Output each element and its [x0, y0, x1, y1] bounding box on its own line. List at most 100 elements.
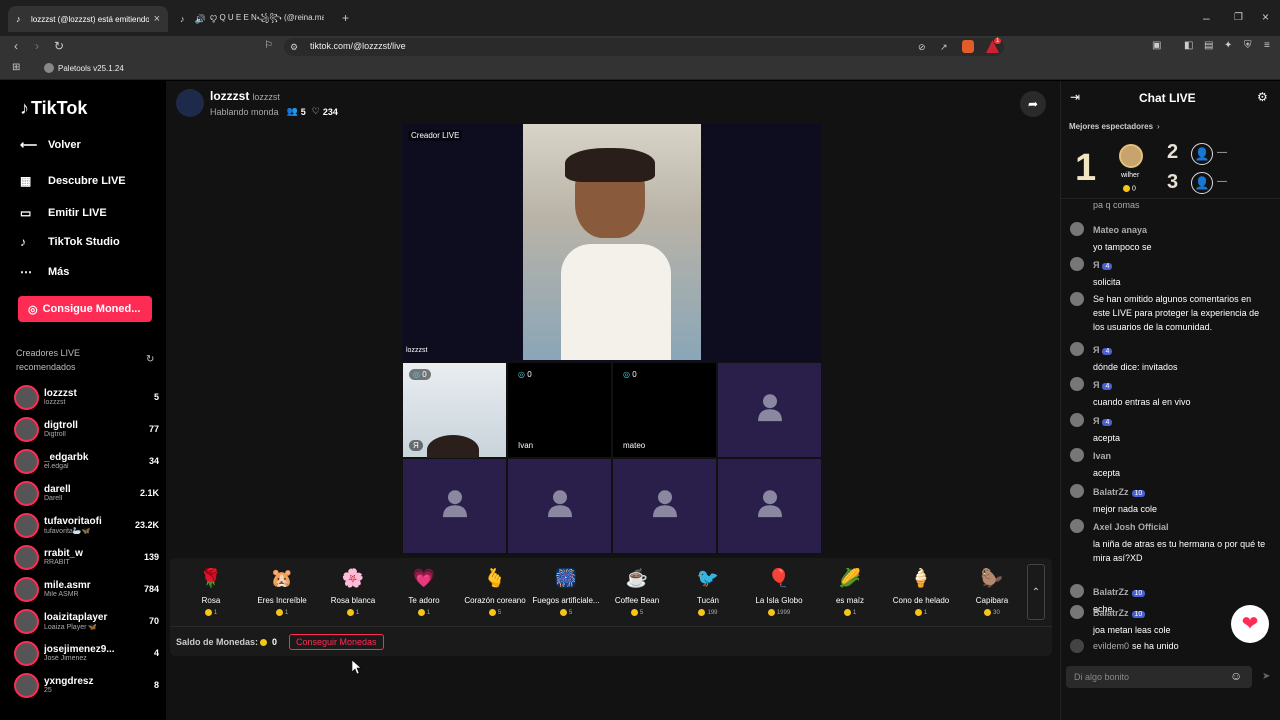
- chat-username[interactable]: Ivan: [1093, 451, 1111, 461]
- chat-avatar[interactable]: [1070, 584, 1084, 598]
- creator-item[interactable]: darell Darell 2.1K: [14, 479, 159, 507]
- guest-cell[interactable]: ◎ 0 Ivan: [507, 362, 612, 458]
- chat-message[interactable]: BalatrZz 10 mejor nada cole: [1070, 482, 1270, 516]
- chat-message[interactable]: Mateo anaya yo tampoco se: [1070, 220, 1270, 254]
- emoji-icon[interactable]: ☺: [1230, 670, 1242, 682]
- chat-username[interactable]: BalatrZz: [1093, 587, 1129, 597]
- gift-item[interactable]: 🎆 Fuegos artificiale... 5: [531, 566, 601, 616]
- chat-message[interactable]: Я 4 acepta: [1070, 411, 1270, 445]
- gift-item[interactable]: 🐦 Tucán 199: [673, 566, 743, 616]
- forward-icon[interactable]: ›: [35, 40, 39, 52]
- tracking-icon[interactable]: ⊘: [918, 41, 926, 53]
- nav-descubre-live[interactable]: ▦ Descubre LIVE: [20, 174, 126, 188]
- guest-cell[interactable]: ◎ 0 Я: [402, 362, 507, 465]
- top-viewers-label[interactable]: Mejores espectadores: [1069, 122, 1153, 131]
- reload-icon[interactable]: ↻: [54, 40, 64, 52]
- gift-item[interactable]: 🦫 Capibara 30: [957, 566, 1027, 616]
- creator-item[interactable]: rrabit_w RRABIT 139: [14, 543, 159, 571]
- host-avatar[interactable]: [176, 89, 204, 117]
- tiktok-logo[interactable]: ♪ TikTok: [20, 98, 87, 119]
- menu-icon[interactable]: ≡: [1264, 40, 1270, 52]
- bookmark-paletools[interactable]: Paletools v25.1.24: [58, 64, 124, 73]
- gift-item[interactable]: 🎈 La Isla Globo 1999: [744, 566, 814, 616]
- expand-gifts-button[interactable]: ⌃: [1027, 564, 1045, 620]
- collapse-chat-icon[interactable]: ⇥: [1070, 91, 1080, 103]
- browser-tab[interactable]: ♪ 🔊 ꨄ︎ Q U E E N꧁꧂ (@reina.may2: [172, 6, 332, 32]
- site-info-icon[interactable]: ⚙: [290, 41, 298, 53]
- nav-mas[interactable]: ⋯ Más: [20, 265, 69, 279]
- gift-item[interactable]: 🐹 Eres Increíble 1: [247, 566, 317, 616]
- close-tab-icon[interactable]: ×: [154, 13, 160, 25]
- chat-username[interactable]: BalatrZz: [1093, 487, 1129, 497]
- chat-username[interactable]: Я: [1093, 380, 1099, 390]
- share-stream-button[interactable]: ➦: [1020, 91, 1046, 117]
- creator-item[interactable]: lozzzst lozzzst 5: [14, 383, 159, 411]
- empty-seat[interactable]: [507, 458, 612, 554]
- chat-username[interactable]: Axel Josh Official: [1093, 522, 1169, 532]
- host-video[interactable]: [523, 124, 701, 360]
- chat-username[interactable]: Я: [1093, 260, 1099, 270]
- bookmark-icon[interactable]: ⚐: [264, 40, 273, 52]
- chat-username[interactable]: Mateo anaya: [1093, 225, 1147, 235]
- creator-item[interactable]: yxngdresz 25 8: [14, 671, 159, 699]
- chat-avatar[interactable]: [1070, 448, 1084, 462]
- chat-message[interactable]: Я 4 solicita: [1070, 255, 1270, 289]
- top-viewer-avatar[interactable]: [1119, 144, 1143, 168]
- get-coins-button[interactable]: ◎ Consigue Moned...: [18, 296, 152, 322]
- minimize-icon[interactable]: –: [1203, 12, 1210, 24]
- empty-seat[interactable]: [717, 362, 822, 458]
- chat-message[interactable]: Se han omitido algunos comentarios en es…: [1070, 290, 1270, 334]
- chat-avatar[interactable]: [1070, 292, 1084, 306]
- sidebar-icon[interactable]: ◧: [1184, 40, 1193, 52]
- gift-item[interactable]: ☕ Coffee Bean 5: [602, 566, 672, 616]
- gift-item[interactable]: 🌸 Rosa blanca 1: [318, 566, 388, 616]
- chat-message[interactable]: Я 4 cuando entras al en vivo: [1070, 375, 1270, 409]
- host-name[interactable]: lozzzst: [210, 89, 249, 103]
- chat-avatar[interactable]: [1070, 257, 1084, 271]
- gift-item[interactable]: 🌹 Rosa 1: [176, 566, 246, 616]
- nav-emitir-live[interactable]: ▭ Emitir LIVE: [20, 206, 107, 220]
- chat-username[interactable]: Я: [1093, 345, 1099, 355]
- gift-item[interactable]: 🫰 Corazón coreano 5: [460, 566, 530, 616]
- nav-volver[interactable]: ⟵ Volver: [20, 138, 81, 152]
- empty-seat[interactable]: [612, 458, 717, 554]
- chat-message[interactable]: Ivan acepta: [1070, 446, 1270, 480]
- creator-item[interactable]: tufavoritaofi tufavorita🦢🦋 23.2K: [14, 511, 159, 539]
- chat-message[interactable]: Axel Josh Official la niña de atras es tu…: [1070, 517, 1270, 565]
- apps-grid-icon[interactable]: ⊞: [12, 62, 20, 74]
- wallet-icon[interactable]: ▤: [1204, 40, 1213, 52]
- chat-username[interactable]: Я: [1093, 416, 1099, 426]
- guest-cell[interactable]: ◎ 0 mateo: [612, 362, 717, 458]
- chat-avatar[interactable]: [1070, 484, 1084, 498]
- settings-gear-icon[interactable]: ⚙: [1257, 91, 1268, 103]
- creator-item[interactable]: josejimenez9... José Jimenez 4: [14, 639, 159, 667]
- new-tab-button[interactable]: +: [342, 12, 349, 24]
- gift-item[interactable]: 💗 Te adoro 1: [389, 566, 459, 616]
- get-coins-link[interactable]: Conseguir Monedas: [289, 634, 384, 650]
- chat-avatar[interactable]: [1070, 377, 1084, 391]
- chat-avatar[interactable]: [1070, 222, 1084, 236]
- chat-username[interactable]: BalatrZz: [1093, 608, 1129, 618]
- chat-input[interactable]: Di algo bonito ☺: [1066, 666, 1252, 688]
- nav-tiktok-studio[interactable]: ♪ TikTok Studio: [20, 235, 120, 249]
- share-icon[interactable]: ↗: [940, 41, 948, 53]
- gift-item[interactable]: 🌽 es maíz 1: [815, 566, 885, 616]
- close-window-icon[interactable]: ×: [1262, 11, 1269, 23]
- empty-seat[interactable]: [402, 458, 507, 554]
- screenshot-icon[interactable]: ▣: [1152, 40, 1161, 52]
- refresh-icon[interactable]: ↻: [146, 354, 154, 366]
- like-heart-button[interactable]: ❤: [1231, 605, 1269, 643]
- url-field[interactable]: ⚙ tiktok.com/@lozzzst/live: [284, 38, 1004, 56]
- chat-avatar[interactable]: [1070, 605, 1084, 619]
- chat-avatar[interactable]: [1070, 342, 1084, 356]
- back-icon[interactable]: ‹: [14, 40, 18, 52]
- gift-item[interactable]: 🍦 Cono de helado 1: [886, 566, 956, 616]
- creator-item[interactable]: digtroll Digtroll 77: [14, 415, 159, 443]
- chat-message[interactable]: Я 4 dónde dice: invitados: [1070, 340, 1270, 374]
- empty-seat[interactable]: [717, 458, 822, 554]
- browser-tab-active[interactable]: ♪ lozzzst (@lozzzst) está emitiendo ×: [8, 6, 168, 32]
- send-icon[interactable]: ➤: [1262, 671, 1270, 683]
- vpn-icon[interactable]: ⛨: [1244, 40, 1252, 52]
- brave-shield-icon[interactable]: [962, 40, 974, 53]
- extensions-icon[interactable]: ✦: [1224, 40, 1232, 52]
